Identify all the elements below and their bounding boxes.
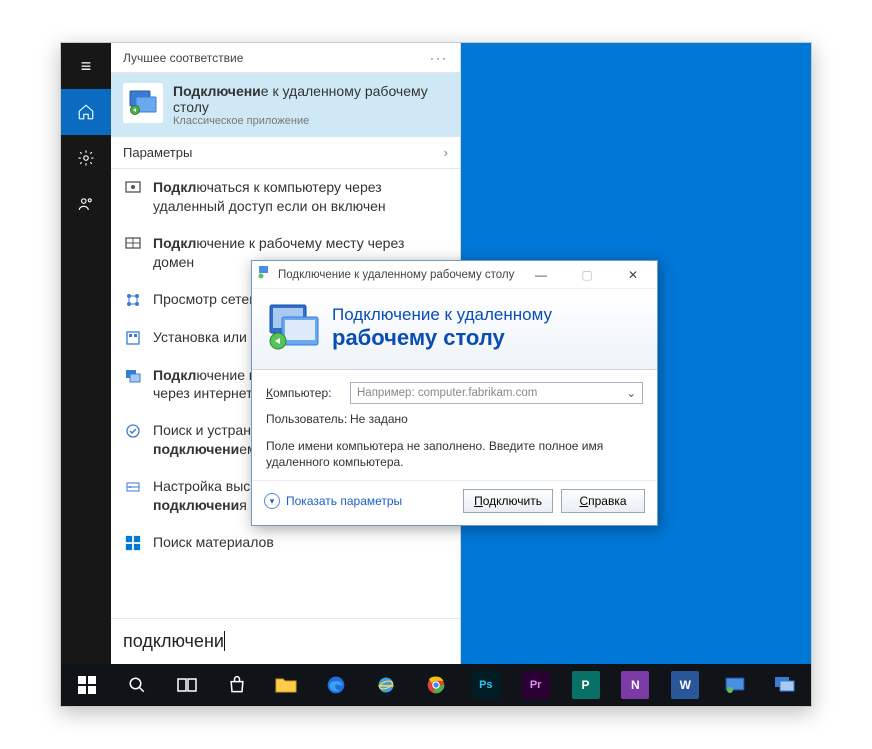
search-taskbar-icon[interactable]	[115, 664, 159, 706]
file-explorer-icon[interactable]	[264, 664, 308, 706]
best-match-label: Лучшее соответствие	[123, 51, 243, 65]
search-result-item[interactable]: Поиск материалов	[111, 524, 460, 562]
dialog-title: Подключение к удаленному рабочему столу	[278, 269, 515, 281]
result-icon	[123, 421, 143, 441]
menu-icon[interactable]: ≡	[61, 43, 111, 89]
edge-icon[interactable]	[314, 664, 358, 706]
search-result-item[interactable]: Подключаться к компьютеру через удаленны…	[111, 169, 460, 225]
best-match-subtitle: Классическое приложение	[173, 115, 448, 127]
chrome-icon[interactable]	[414, 664, 458, 706]
result-text: Подключаться к компьютеру через удаленны…	[153, 178, 448, 216]
result-text: Поиск материалов	[153, 533, 448, 552]
rdc-app-icon	[123, 83, 163, 123]
banner-line2: рабочему столу	[332, 325, 552, 351]
settings-icon[interactable]	[61, 135, 111, 181]
computer-combobox[interactable]: Например: computer.fabrikam.com ⌄	[350, 382, 643, 404]
start-rail: ≡	[61, 43, 111, 706]
start-button[interactable]	[65, 664, 109, 706]
search-input[interactable]: подключени	[123, 631, 448, 652]
word-icon[interactable]: W	[663, 664, 707, 706]
maximize-button[interactable]: ▢	[567, 263, 607, 287]
parameters-header[interactable]: Параметры ›	[111, 137, 460, 169]
rdc-titlebar-icon	[258, 265, 272, 284]
premiere-icon[interactable]: Pr	[514, 664, 558, 706]
result-icon	[123, 290, 143, 310]
more-icon[interactable]: ···	[430, 51, 448, 65]
banner-line1: Подключение к удаленному	[332, 305, 552, 325]
user-label: Пользователь:	[266, 412, 350, 426]
photoshop-icon[interactable]: Ps	[464, 664, 508, 706]
result-icon	[123, 477, 143, 497]
taskbar-app-icon[interactable]	[713, 664, 757, 706]
rdc-banner-icon	[266, 301, 320, 355]
expand-down-icon: ▾	[264, 493, 280, 509]
chevron-right-icon: ›	[444, 145, 448, 160]
dialog-note: Поле имени компьютера не заполнено. Введ…	[266, 438, 643, 470]
home-icon[interactable]	[61, 89, 111, 135]
show-options-link[interactable]: ▾ Показать параметры	[264, 493, 402, 509]
result-icon	[123, 234, 143, 254]
people-icon[interactable]	[61, 181, 111, 227]
search-input-row[interactable]: подключени	[111, 618, 460, 664]
parameters-label: Параметры	[123, 145, 192, 160]
rdc-dialog: Подключение к удаленному рабочему столу …	[251, 260, 658, 526]
desktop-area: ≡ Лучшее соответствие ··· Подключение к …	[60, 42, 812, 707]
dialog-banner: Подключение к удаленному рабочему столу	[252, 289, 657, 370]
store-icon[interactable]	[215, 664, 259, 706]
ie-icon[interactable]	[364, 664, 408, 706]
taskbar: Ps Pr P N W	[61, 664, 811, 706]
best-match-item[interactable]: Подключение к удаленному рабочему столу …	[111, 73, 460, 137]
user-value: Не задано	[350, 412, 643, 426]
result-icon	[123, 533, 143, 553]
help-button[interactable]: Справка	[561, 489, 645, 513]
best-match-title: Подключение к удаленному рабочему столу	[173, 83, 448, 115]
result-icon	[123, 178, 143, 198]
close-button[interactable]: ✕	[613, 263, 653, 287]
task-view-icon[interactable]	[165, 664, 209, 706]
publisher-icon[interactable]: P	[564, 664, 608, 706]
computer-placeholder: Например: computer.fabrikam.com	[357, 387, 537, 399]
computer-label: Компьютер:	[266, 386, 350, 400]
connect-button[interactable]: Подключить	[463, 489, 553, 513]
minimize-button[interactable]: —	[521, 263, 561, 287]
onenote-icon[interactable]: N	[613, 664, 657, 706]
result-icon	[123, 328, 143, 348]
rdc-taskbar-icon[interactable]	[763, 664, 807, 706]
dialog-titlebar[interactable]: Подключение к удаленному рабочему столу …	[252, 261, 657, 289]
chevron-down-icon: ⌄	[626, 386, 636, 400]
result-icon	[123, 366, 143, 386]
best-match-header: Лучшее соответствие ···	[111, 43, 460, 73]
